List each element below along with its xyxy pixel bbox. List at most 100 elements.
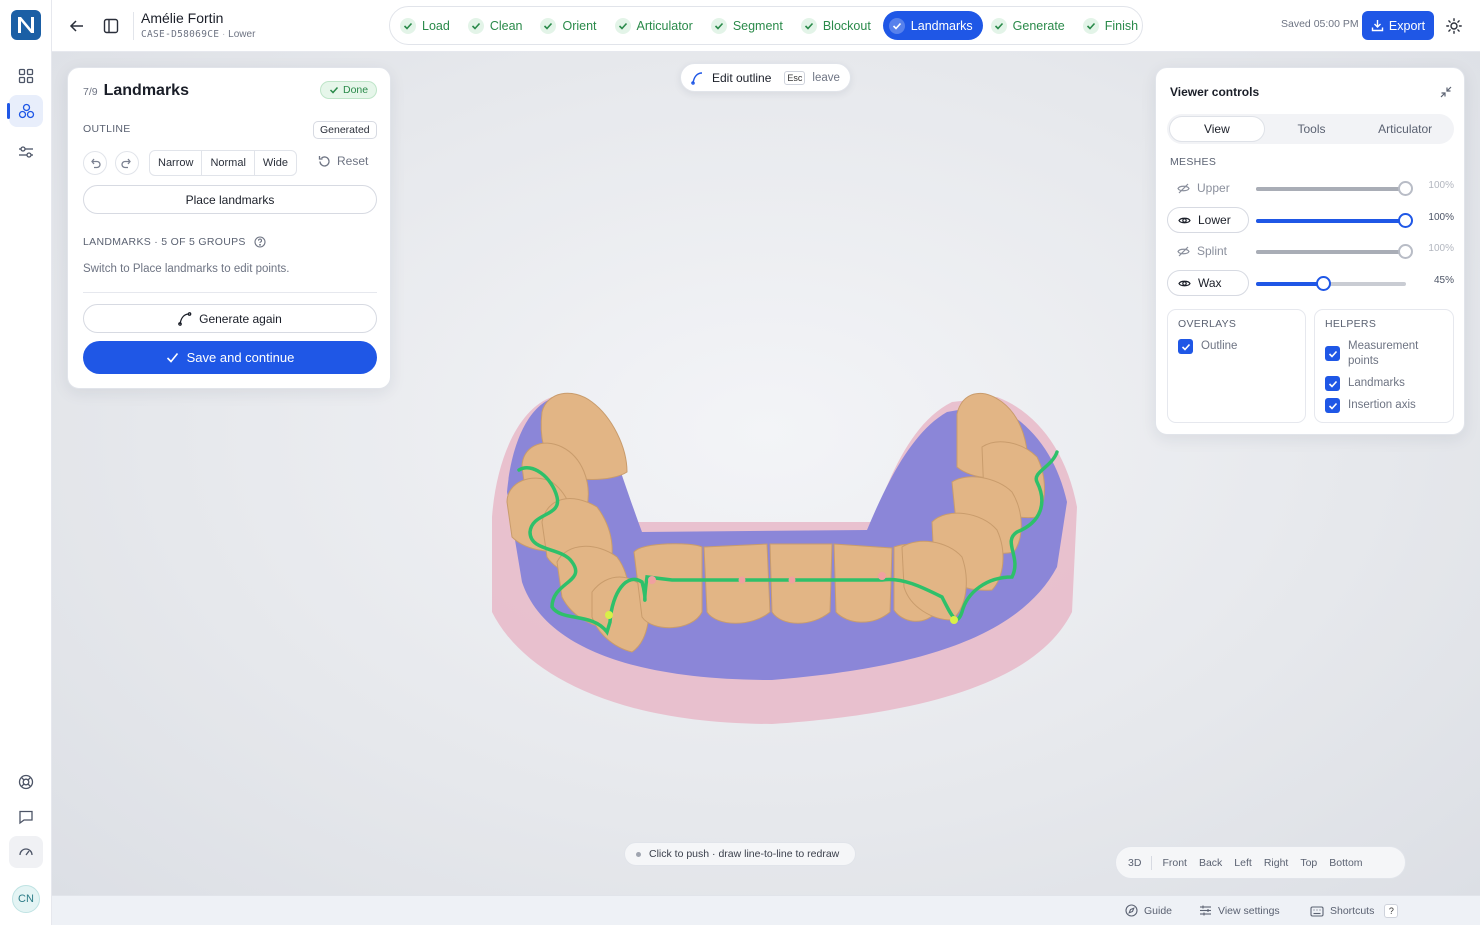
step-articulator[interactable]: Articulator bbox=[609, 11, 703, 40]
patient-info: Amélie Fortin CASE-D58069CE · Lower bbox=[141, 10, 256, 40]
step-generate[interactable]: Generate bbox=[985, 11, 1075, 40]
mesh-toggle-lower[interactable]: Lower bbox=[1167, 207, 1249, 233]
step-blockout[interactable]: Blockout bbox=[795, 11, 881, 40]
view-3d[interactable]: 3D bbox=[1122, 857, 1147, 869]
step-landmarks[interactable]: Landmarks bbox=[882, 11, 983, 40]
view-right[interactable]: Right bbox=[1258, 857, 1295, 869]
reset-icon bbox=[318, 155, 330, 167]
view-left[interactable]: Left bbox=[1228, 857, 1258, 869]
reset-button[interactable]: Reset bbox=[318, 154, 368, 168]
slider-handle[interactable] bbox=[1398, 213, 1413, 228]
outline-status-chip: Generated bbox=[313, 121, 377, 139]
opacity-value: 100% bbox=[1428, 243, 1454, 254]
checkbox-icon bbox=[1325, 376, 1340, 391]
mesh-row-wax: Wax 45% bbox=[1167, 270, 1454, 296]
saved-status: Saved 05:00 PM bbox=[1281, 18, 1359, 30]
mesh-toggle-splint[interactable]: Splint bbox=[1167, 238, 1249, 264]
help-icon[interactable] bbox=[254, 236, 266, 248]
bottom-bar: Guide View settings Shortcuts ? bbox=[52, 895, 1480, 925]
opacity-slider[interactable] bbox=[1256, 276, 1406, 291]
tip-pill: Click to push · draw line-to-line to red… bbox=[624, 842, 856, 866]
opacity-slider[interactable] bbox=[1256, 244, 1413, 259]
performance-icon[interactable] bbox=[9, 836, 43, 868]
dashboard-icon[interactable] bbox=[9, 60, 43, 92]
redo-icon[interactable] bbox=[115, 151, 139, 175]
theme-sun-icon[interactable] bbox=[1440, 12, 1468, 40]
arch-label: Lower bbox=[228, 29, 256, 40]
sliders-icon bbox=[1200, 905, 1211, 916]
width-normal[interactable]: Normal bbox=[202, 151, 255, 175]
shortcuts-button[interactable]: Shortcuts ? bbox=[1310, 904, 1399, 918]
step-finish[interactable]: Finish bbox=[1077, 11, 1148, 40]
tab-tools[interactable]: Tools bbox=[1265, 116, 1359, 142]
settings-sliders-icon[interactable] bbox=[9, 136, 43, 168]
curve-pen-icon bbox=[691, 71, 703, 85]
export-button[interactable]: Export bbox=[1362, 11, 1434, 40]
width-wide[interactable]: Wide bbox=[255, 151, 296, 175]
divider bbox=[133, 12, 134, 40]
collapse-icon[interactable] bbox=[1432, 78, 1460, 106]
left-rail: CN bbox=[0, 0, 52, 925]
view-settings-button[interactable]: View settings bbox=[1199, 904, 1280, 917]
mesh-row-lower: Lower 100% bbox=[1167, 207, 1454, 233]
eye-off-icon bbox=[1177, 182, 1190, 195]
check-icon bbox=[800, 17, 817, 34]
eye-icon bbox=[1178, 214, 1191, 227]
check-icon bbox=[1082, 17, 1099, 34]
dot-icon bbox=[636, 851, 641, 857]
esc-key: Esc bbox=[784, 70, 806, 85]
status-badge: Done bbox=[320, 81, 378, 99]
mesh-toggle-upper[interactable]: Upper bbox=[1167, 175, 1249, 201]
hint-text: Switch to Place landmarks to edit points… bbox=[83, 263, 290, 275]
support-icon[interactable] bbox=[9, 766, 43, 798]
view-bottom[interactable]: Bottom bbox=[1323, 857, 1368, 869]
cases-icon[interactable] bbox=[7, 95, 43, 127]
overlay-outline-checkbox[interactable]: Outline bbox=[1178, 339, 1237, 354]
step-segment[interactable]: Segment bbox=[705, 11, 793, 40]
width-narrow[interactable]: Narrow bbox=[150, 151, 203, 175]
view-back[interactable]: Back bbox=[1193, 857, 1228, 869]
eye-icon bbox=[1178, 277, 1191, 290]
place-landmarks-button[interactable]: Place landmarks bbox=[83, 185, 377, 214]
view-top[interactable]: Top bbox=[1294, 857, 1323, 869]
step-clean[interactable]: Clean bbox=[462, 11, 533, 40]
generate-again-button[interactable]: Generate again bbox=[83, 304, 377, 333]
mesh-toggle-wax[interactable]: Wax bbox=[1167, 270, 1249, 296]
app-logo[interactable] bbox=[11, 10, 41, 40]
landmarks-panel: 7/9 Landmarks Done OUTLINE Generated Nar… bbox=[67, 67, 391, 389]
check-icon bbox=[888, 17, 905, 34]
top-bar: Amélie Fortin CASE-D58069CE · Lower Load… bbox=[52, 0, 1480, 52]
step-load[interactable]: Load bbox=[394, 11, 460, 40]
sidebar-toggle-icon[interactable] bbox=[97, 12, 125, 40]
step-orient[interactable]: Orient bbox=[534, 11, 606, 40]
panel-title: Landmarks bbox=[103, 82, 189, 99]
checkbox-icon bbox=[1178, 339, 1193, 354]
helper-insertion-axis-checkbox[interactable]: Insertion axis bbox=[1325, 398, 1416, 413]
guide-button[interactable]: Guide bbox=[1125, 904, 1172, 917]
save-continue-button[interactable]: Save and continue bbox=[83, 341, 377, 374]
helpers-box: HELPERS Measurement points Landmarks Ins… bbox=[1314, 309, 1454, 423]
helper-measurement-checkbox[interactable]: Measurement points bbox=[1325, 339, 1445, 369]
edit-outline-pill[interactable]: Edit outline Esc leave bbox=[680, 63, 851, 92]
viewer-controls-title: Viewer controls bbox=[1170, 85, 1260, 99]
tab-view[interactable]: View bbox=[1169, 116, 1265, 142]
helper-landmarks-checkbox[interactable]: Landmarks bbox=[1325, 376, 1405, 391]
keyboard-icon bbox=[1310, 905, 1324, 917]
mesh-row-splint: Splint 100% bbox=[1167, 238, 1454, 264]
slider-handle[interactable] bbox=[1316, 276, 1331, 291]
opacity-slider[interactable] bbox=[1256, 181, 1413, 196]
avatar[interactable]: CN bbox=[12, 885, 40, 913]
slider-handle[interactable] bbox=[1398, 181, 1413, 196]
view-front[interactable]: Front bbox=[1156, 857, 1193, 869]
step-counter: 7/9 bbox=[83, 86, 98, 98]
tab-articulator[interactable]: Articulator bbox=[1358, 116, 1452, 142]
undo-icon[interactable] bbox=[83, 151, 107, 175]
view-presets: 3D Front Back Left Right Top Bottom bbox=[1115, 846, 1406, 879]
slider-handle[interactable] bbox=[1398, 244, 1413, 259]
patient-name: Amélie Fortin bbox=[141, 10, 224, 26]
feedback-icon[interactable] bbox=[9, 801, 43, 833]
checkbox-icon bbox=[1325, 346, 1340, 361]
opacity-slider[interactable] bbox=[1256, 213, 1413, 228]
back-arrow-icon[interactable] bbox=[63, 12, 91, 40]
overlays-box: OVERLAYS Outline bbox=[1167, 309, 1306, 423]
